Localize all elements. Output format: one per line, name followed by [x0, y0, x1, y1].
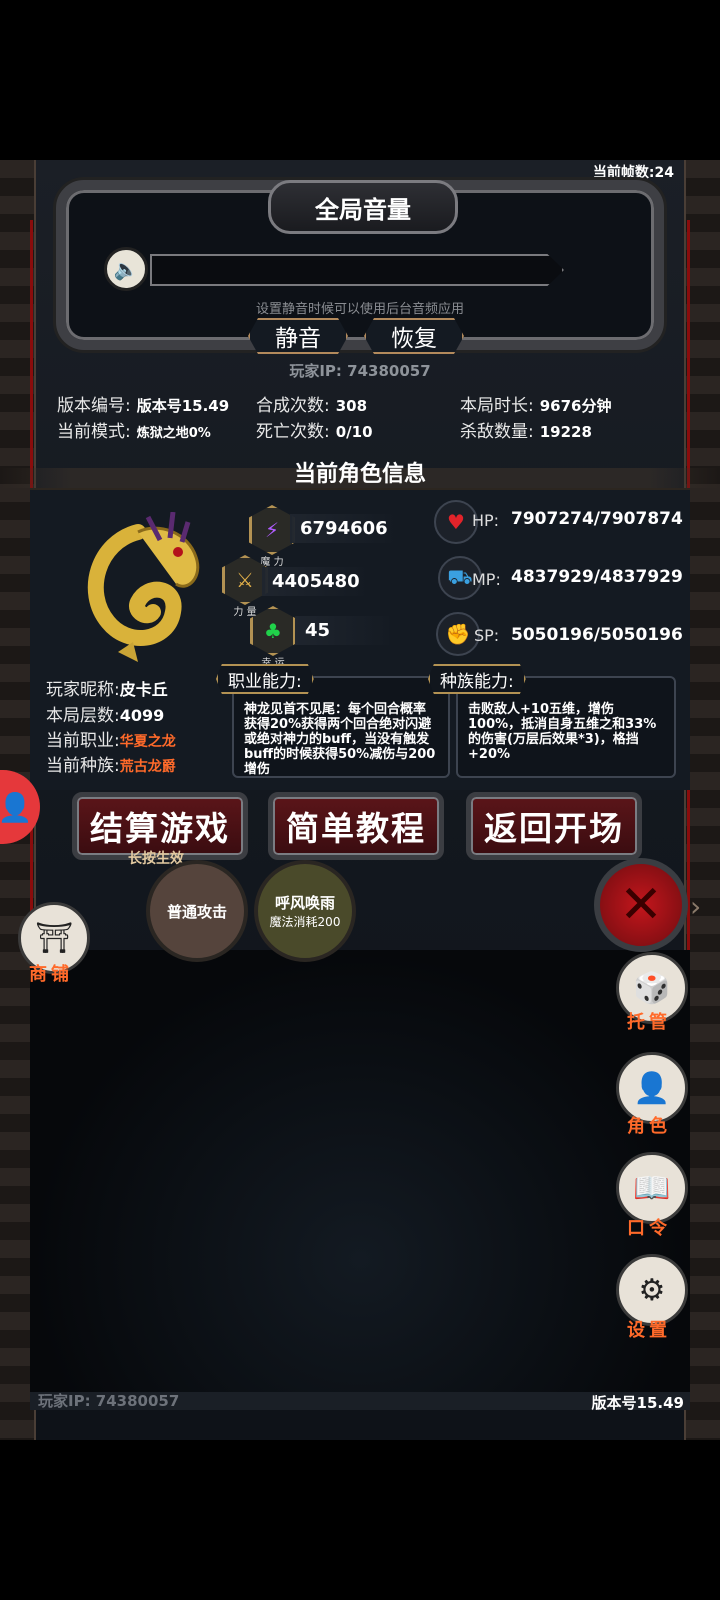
skill-summon-rain[interactable]: 呼风唤雨 魔法消耗200 [254, 860, 356, 962]
info-job: 当前职业:华夏之龙 [46, 731, 176, 751]
attr-magic-value: 6794606 [290, 514, 398, 543]
attr-luck: ♣ 幸 运 [250, 606, 296, 669]
hp-label: HP: [472, 511, 500, 530]
mp-label: MP: [472, 570, 501, 589]
close-button[interactable]: ✕ [594, 858, 688, 952]
hp-value: 7907274/7907874 [511, 509, 683, 529]
attr-luck-value: 45 [295, 616, 395, 645]
volume-hint: 设置静音时候可以使用后台音频应用 [255, 302, 464, 317]
stat-merge: 合成次数: 308 [256, 396, 368, 416]
auto-label[interactable]: 托管 [614, 1008, 684, 1034]
mp-value: 4837929/4837929 [511, 567, 683, 587]
stat-duration: 本局时长: 9676分钟 [460, 396, 612, 416]
info-nickname: 玩家昵称:皮卡丘 [46, 680, 168, 700]
tutorial-button[interactable]: 简单教程 [268, 792, 444, 860]
stat-mode: 当前模式: 炼狱之地0% [57, 422, 211, 442]
back-to-start-button[interactable]: 返回开场 [466, 792, 642, 860]
sp-label: SP: [474, 626, 500, 645]
volume-title: 全局音量 [268, 180, 458, 234]
stat-death: 死亡次数: 0/10 [256, 422, 373, 442]
restore-button[interactable]: 恢复 [364, 318, 464, 354]
info-race: 当前种族:荒古龙爵 [46, 756, 176, 776]
lightning-icon: ⚡ [249, 505, 295, 555]
stat-version: 版本编号: 版本号15.49 [57, 396, 230, 416]
info-floor: 本局层数:4099 [46, 706, 165, 726]
dragon-portrait [87, 512, 200, 662]
footer-version: 版本号15.49 [591, 1394, 684, 1412]
race-ability-tag: 种族能力: [428, 664, 526, 694]
player-ip: 玩家IP: 74380057 [289, 362, 431, 380]
chevron-right-icon[interactable]: › [690, 890, 701, 923]
stat-kills: 杀敌数量: 19228 [460, 422, 592, 442]
footer-player-ip: 玩家IP: 74380057 [38, 1392, 180, 1410]
volume-slider[interactable] [150, 254, 564, 286]
skill-normal-attack[interactable]: 普通攻击 [146, 860, 248, 962]
speaker-icon[interactable]: 🔈 [104, 247, 148, 291]
role-label[interactable]: 角色 [614, 1112, 684, 1138]
code-label[interactable]: 口令 [614, 1214, 684, 1240]
mute-button[interactable]: 静音 [248, 318, 348, 354]
settings-label[interactable]: 设置 [614, 1316, 684, 1342]
clover-icon: ♣ [250, 606, 296, 656]
job-ability-tag: 职业能力: [216, 664, 314, 694]
sp-value: 5050196/5050196 [511, 625, 683, 645]
fps-counter: 当前帧数:24 [592, 165, 674, 181]
character-section-title: 当前角色信息 [293, 462, 426, 487]
attr-strength-value: 4405480 [262, 567, 370, 596]
shop-label[interactable]: 商铺 [16, 960, 86, 986]
battle-arena [30, 950, 690, 1392]
